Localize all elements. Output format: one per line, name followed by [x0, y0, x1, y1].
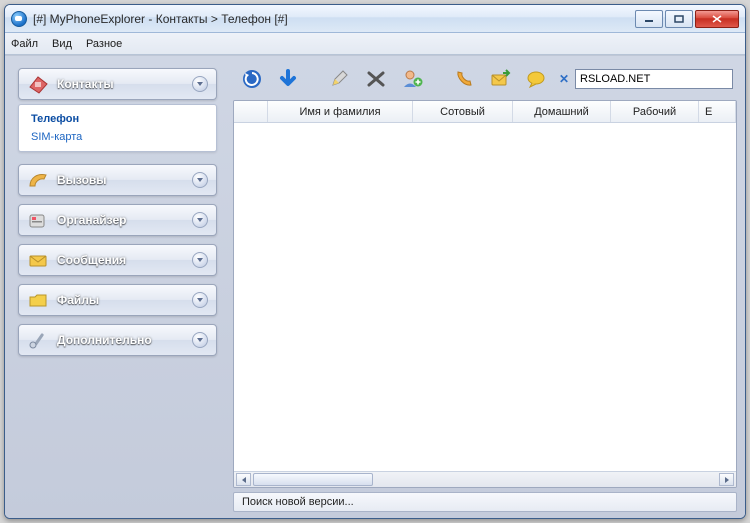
main-panel: ✕ Имя и фамилия Сотовый Домашний Рабочий…	[227, 56, 745, 518]
organizer-icon	[27, 210, 49, 230]
delete-button[interactable]	[361, 64, 391, 94]
column-headers: Имя и фамилия Сотовый Домашний Рабочий E	[234, 101, 736, 123]
column-name[interactable]: Имя и фамилия	[268, 101, 413, 122]
statusbar: Поиск новой версии...	[233, 492, 737, 512]
menu-misc[interactable]: Разное	[86, 38, 122, 50]
maximize-button[interactable]	[665, 10, 693, 28]
column-icon[interactable]	[234, 101, 268, 122]
sidebar-item-label: Сообщения	[57, 253, 126, 267]
search-area: ✕	[557, 69, 733, 89]
refresh-button[interactable]	[237, 64, 267, 94]
menubar: Файл Вид Разное	[5, 33, 745, 55]
column-mobile[interactable]: Сотовый	[413, 101, 513, 122]
scroll-right-button[interactable]	[719, 473, 734, 486]
download-icon	[277, 68, 299, 90]
horizontal-scrollbar[interactable]	[234, 471, 736, 487]
chevron-down-icon	[192, 252, 208, 268]
contacts-list: Имя и фамилия Сотовый Домашний Рабочий E	[233, 100, 737, 488]
sidebar-item-label: Контакты	[57, 77, 114, 91]
minimize-button[interactable]	[635, 10, 663, 28]
sidebar-item-label: Файлы	[57, 293, 99, 307]
download-button[interactable]	[273, 64, 303, 94]
add-user-button[interactable]	[397, 64, 427, 94]
scroll-left-button[interactable]	[236, 473, 251, 486]
status-text: Поиск новой версии...	[242, 496, 354, 508]
extras-icon	[27, 330, 49, 350]
sidebar-item-label: Органайзер	[57, 213, 126, 227]
menu-view[interactable]: Вид	[52, 38, 72, 50]
close-button[interactable]	[695, 10, 739, 28]
menu-file[interactable]: Файл	[11, 38, 38, 50]
window-controls	[635, 10, 739, 28]
send-button[interactable]	[485, 64, 515, 94]
titlebar: [#] MyPhoneExplorer - Контакты > Телефон…	[5, 5, 745, 33]
subitem-phone[interactable]: Телефон	[31, 113, 204, 125]
sidebar-item-files[interactable]: Файлы	[18, 284, 217, 316]
search-input[interactable]	[575, 69, 733, 89]
sidebar-item-contacts[interactable]: Контакты	[18, 68, 217, 100]
chevron-down-icon	[192, 332, 208, 348]
chat-button[interactable]	[521, 64, 551, 94]
edit-icon	[329, 68, 351, 90]
sidebar-item-organizer[interactable]: Органайзер	[18, 204, 217, 236]
column-extra[interactable]: E	[699, 101, 736, 122]
sidebar-item-label: Вызовы	[57, 173, 107, 187]
contacts-icon	[27, 74, 49, 94]
refresh-icon	[240, 67, 264, 91]
scroll-thumb[interactable]	[253, 473, 373, 486]
subitem-sim[interactable]: SIM-карта	[31, 131, 204, 143]
add-user-icon	[401, 68, 423, 90]
clear-search-icon[interactable]: ✕	[557, 72, 571, 86]
sidebar-item-extras[interactable]: Дополнительно	[18, 324, 217, 356]
column-home[interactable]: Домашний	[513, 101, 611, 122]
calls-icon	[27, 170, 49, 190]
call-button[interactable]	[449, 64, 479, 94]
app-window: [#] MyPhoneExplorer - Контакты > Телефон…	[4, 4, 746, 519]
chevron-down-icon	[192, 212, 208, 228]
files-icon	[27, 290, 49, 310]
messages-icon	[27, 250, 49, 270]
sidebar-item-label: Дополнительно	[57, 333, 152, 347]
window-title: [#] MyPhoneExplorer - Контакты > Телефон…	[33, 12, 288, 26]
chevron-down-icon	[192, 292, 208, 308]
sidebar-item-calls[interactable]: Вызовы	[18, 164, 217, 196]
list-body	[234, 123, 736, 471]
client-area: Контакты Телефон SIM-карта Вызовы Органа…	[5, 55, 745, 518]
app-icon	[11, 11, 27, 27]
chevron-down-icon	[192, 172, 208, 188]
column-work[interactable]: Рабочий	[611, 101, 699, 122]
edit-button[interactable]	[325, 64, 355, 94]
delete-icon	[365, 68, 387, 90]
chat-icon	[525, 68, 547, 90]
chevron-down-icon	[192, 76, 208, 92]
toolbar: ✕	[233, 62, 737, 96]
contacts-subpanel: Телефон SIM-карта	[18, 104, 217, 152]
call-icon	[453, 68, 475, 90]
sidebar-item-messages[interactable]: Сообщения	[18, 244, 217, 276]
send-icon	[489, 68, 511, 90]
sidebar: Контакты Телефон SIM-карта Вызовы Органа…	[5, 56, 227, 518]
